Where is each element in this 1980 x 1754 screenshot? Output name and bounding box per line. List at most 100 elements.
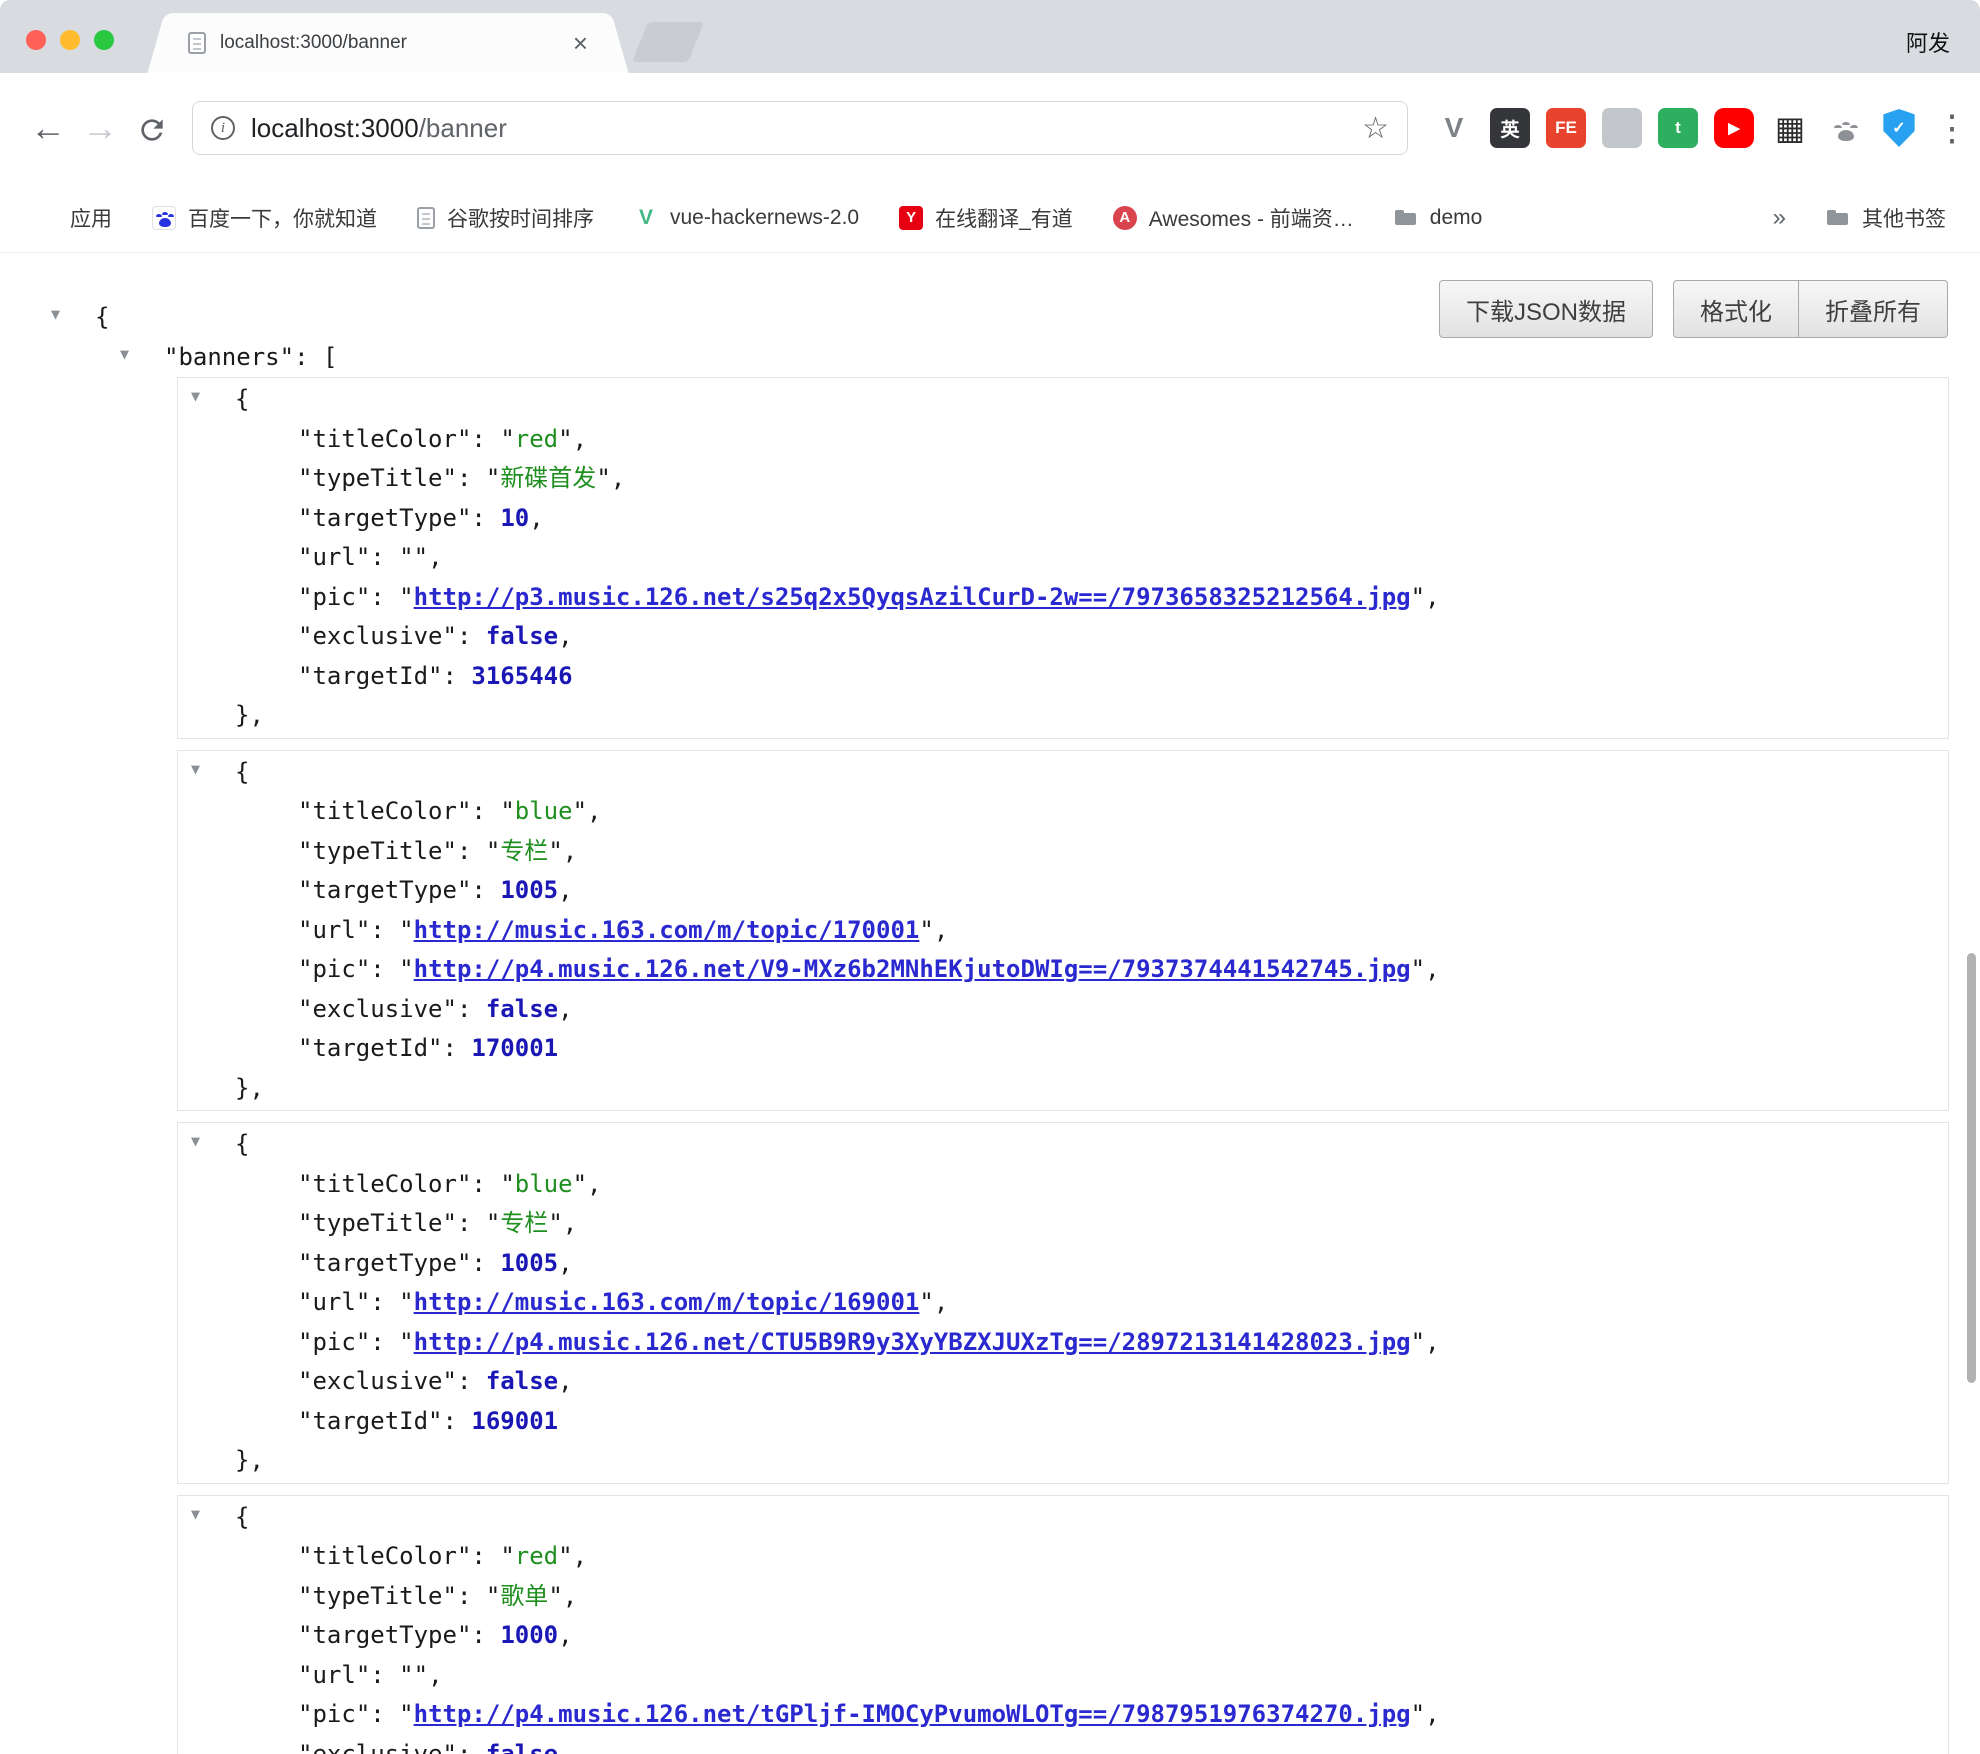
json-brace: { xyxy=(235,385,249,413)
json-quote: " xyxy=(500,797,514,825)
json-quote: " xyxy=(298,1288,312,1316)
json-brace: { xyxy=(235,1503,249,1531)
json-quote: " xyxy=(457,425,471,453)
json-url-link[interactable]: http://music.163.com/m/topic/169001 xyxy=(414,1288,920,1316)
json-number-value: 3165446 xyxy=(471,662,572,690)
json-key: url xyxy=(312,916,355,944)
json-colon: : xyxy=(471,797,500,825)
format-button[interactable]: 格式化 xyxy=(1673,280,1799,338)
json-quote: " xyxy=(280,343,294,371)
json-quote: " xyxy=(356,1700,370,1728)
other-bookmarks[interactable]: 其他书签 xyxy=(1826,203,1946,233)
json-comma: , xyxy=(611,464,625,492)
collapse-all-button[interactable]: 折叠所有 xyxy=(1798,280,1948,338)
bookmark-item[interactable]: demo xyxy=(1394,206,1483,230)
collapse-triangle-icon[interactable]: ▼ xyxy=(191,762,200,777)
minimize-window-button[interactable] xyxy=(60,30,80,50)
json-colon: : xyxy=(457,837,486,865)
collapse-triangle-icon[interactable]: ▼ xyxy=(191,1507,200,1522)
translate-icon[interactable]: 英 xyxy=(1490,108,1530,148)
browser-menu-icon[interactable]: ⋮ xyxy=(1934,107,1970,149)
browser-tab[interactable]: localhost:3000/banner × xyxy=(168,13,608,73)
json-comma: , xyxy=(558,622,572,650)
youtube-icon[interactable]: ▶ xyxy=(1714,108,1754,148)
fe-icon[interactable]: FE xyxy=(1546,108,1586,148)
bookmark-item[interactable]: Vvue-hackernews-2.0 xyxy=(634,206,859,230)
back-icon[interactable]: ← xyxy=(22,110,74,146)
fullscreen-window-button[interactable] xyxy=(94,30,114,50)
address-bar[interactable]: i localhost:3000/banner ☆ xyxy=(192,101,1408,155)
json-key: url xyxy=(312,543,355,571)
json-line: "targetId": 3165446 xyxy=(178,657,1948,697)
json-url-link[interactable]: http://p4.music.126.net/V9-MXz6b2MNhEKju… xyxy=(414,955,1411,983)
tab-close-icon[interactable]: × xyxy=(573,30,588,56)
bookmark-item[interactable]: 谷歌按时间排序 xyxy=(417,203,594,233)
collapse-triangle-icon[interactable]: ▼ xyxy=(51,307,60,322)
json-quote: " xyxy=(443,995,457,1023)
collapse-triangle-icon[interactable]: ▼ xyxy=(120,347,129,362)
url-host: localhost:3000 xyxy=(251,113,419,143)
bookmarks-overflow-chevron-icon[interactable]: » xyxy=(1773,204,1786,232)
json-number-value: 1005 xyxy=(500,1249,558,1277)
tab-title: localhost:3000/banner xyxy=(220,32,559,54)
json-key: targetType xyxy=(312,504,457,532)
json-boolean-value: false xyxy=(486,622,558,650)
bookmark-item[interactable]: 百度一下，你就知道 xyxy=(152,203,377,233)
json-comma: , xyxy=(529,504,543,532)
json-colon: : xyxy=(457,1209,486,1237)
json-quote: " xyxy=(443,1367,457,1395)
json-quote: " xyxy=(596,464,610,492)
json-quote: " xyxy=(428,1407,442,1435)
json-quote: " xyxy=(298,662,312,690)
bookmark-label: 在线翻译_有道 xyxy=(935,203,1073,233)
paw-ext-icon[interactable] xyxy=(1826,108,1866,148)
json-quote: " xyxy=(356,583,370,611)
json-string-value: 专栏 xyxy=(500,1209,548,1237)
vimium-icon[interactable]: V xyxy=(1434,108,1474,148)
new-tab-button[interactable] xyxy=(632,22,704,62)
json-quote: " xyxy=(919,1288,933,1316)
json-quote: " xyxy=(500,1542,514,1570)
json-line: "url": "http://music.163.com/m/topic/170… xyxy=(178,911,1948,951)
json-quote: " xyxy=(399,916,413,944)
json-quote: " xyxy=(298,425,312,453)
download-json-button[interactable]: 下载JSON数据 xyxy=(1439,280,1653,338)
security-shield-icon[interactable]: ✓ xyxy=(1882,109,1916,147)
green-ext-icon[interactable]: t xyxy=(1658,108,1698,148)
json-key: typeTitle xyxy=(312,464,442,492)
json-colon: : xyxy=(370,1288,399,1316)
json-brace: { xyxy=(95,303,109,331)
json-line: "titleColor": "red", xyxy=(178,1537,1948,1577)
bookmark-star-icon[interactable]: ☆ xyxy=(1362,111,1389,146)
json-line: "exclusive": false xyxy=(178,1735,1948,1754)
qrcode-icon[interactable]: ▦ xyxy=(1770,108,1810,148)
json-url-link[interactable]: http://p4.music.126.net/CTU5B9R9y3XyYBZX… xyxy=(414,1328,1411,1356)
json-colon: : xyxy=(457,622,486,650)
bookmark-item[interactable]: AAwesomes - 前端资… xyxy=(1113,203,1354,233)
json-key: titleColor xyxy=(312,425,457,453)
json-url-link[interactable]: http://p3.music.126.net/s25q2x5QyqsAzilC… xyxy=(414,583,1411,611)
reload-icon[interactable] xyxy=(126,110,178,146)
json-url-link[interactable]: http://p4.music.126.net/tGPljf-IMOCyPvum… xyxy=(414,1700,1411,1728)
page-info-icon[interactable]: i xyxy=(211,116,235,140)
json-comma: , xyxy=(428,1661,442,1689)
json-colon: : xyxy=(370,1661,399,1689)
gray-ext-icon[interactable] xyxy=(1602,108,1642,148)
json-key: pic xyxy=(312,1328,355,1356)
collapse-triangle-icon[interactable]: ▼ xyxy=(191,389,200,404)
json-quote: " xyxy=(356,1661,370,1689)
json-line: "titleColor": "red", xyxy=(178,420,1948,460)
json-quote: " xyxy=(457,1170,471,1198)
json-url-link[interactable]: http://music.163.com/m/topic/170001 xyxy=(414,916,920,944)
close-window-button[interactable] xyxy=(26,30,46,50)
bookmark-item[interactable]: 应用 xyxy=(34,203,112,233)
json-quote: " xyxy=(399,1288,413,1316)
bookmark-item[interactable]: Y在线翻译_有道 xyxy=(899,203,1073,233)
json-quote: " xyxy=(1411,1700,1425,1728)
json-string-value: 新碟首发 xyxy=(500,464,596,492)
json-line: "url": "http://music.163.com/m/topic/169… xyxy=(178,1283,1948,1323)
page-icon xyxy=(417,207,435,229)
collapse-triangle-icon[interactable]: ▼ xyxy=(191,1134,200,1149)
json-quote: " xyxy=(1411,1328,1425,1356)
scrollbar[interactable] xyxy=(1967,953,1976,1383)
